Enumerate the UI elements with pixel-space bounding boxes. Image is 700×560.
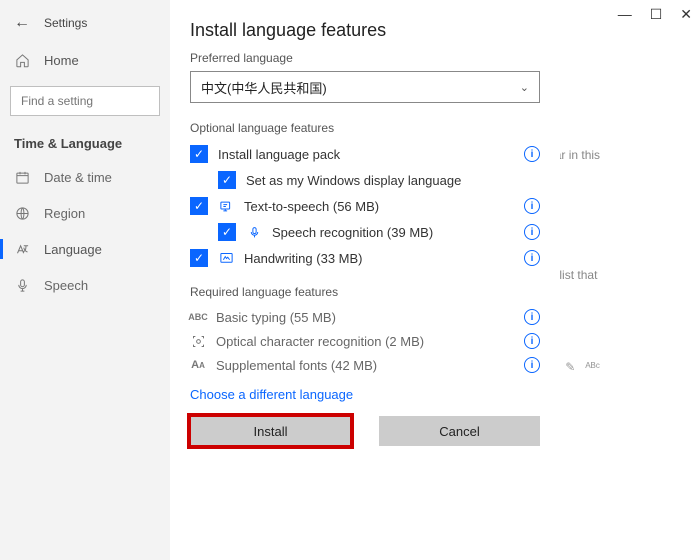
checkbox-checked-icon[interactable]: ✓ [218, 171, 236, 189]
sidebar-item-language[interactable]: Language [0, 231, 170, 267]
sidebar-item-label: Language [44, 242, 102, 257]
handwriting-icon [218, 250, 234, 266]
required-fonts: AA Supplemental fonts (42 MB) i [190, 357, 540, 373]
required-label: Optical character recognition (2 MB) [216, 334, 424, 349]
sidebar-item-datetime[interactable]: Date & time [0, 159, 170, 195]
dialog-title: Install language features [190, 20, 540, 41]
home-icon [14, 52, 30, 68]
info-icon[interactable]: i [524, 198, 540, 214]
info-icon[interactable]: i [524, 250, 540, 266]
app-title: Settings [44, 16, 87, 30]
choose-different-language-link[interactable]: Choose a different language [190, 387, 540, 402]
cancel-button[interactable]: Cancel [379, 416, 540, 446]
window-maximize[interactable]: ☐ [650, 6, 663, 23]
abc-icon: ABC [190, 309, 206, 325]
sidebar-item-label: Region [44, 206, 85, 221]
option-install-pack[interactable]: ✓ Install language pack i [190, 145, 540, 163]
search-input-wrap[interactable] [10, 86, 160, 116]
option-label: Install language pack [218, 147, 340, 162]
preferred-language-dropdown[interactable]: 中文(中华人民共和国) ⌄ [190, 71, 540, 103]
install-language-dialog: Install language features Preferred lang… [170, 0, 560, 560]
calendar-icon [14, 169, 30, 185]
sidebar-home-label: Home [44, 53, 79, 68]
preferred-language-label: Preferred language [190, 51, 540, 65]
font-icon: AA [190, 357, 206, 373]
search-input[interactable] [19, 93, 151, 109]
info-icon[interactable]: i [524, 357, 540, 373]
sidebar-section: Time & Language [0, 124, 170, 159]
window-close[interactable]: ✕ [680, 6, 692, 23]
settings-sidebar: ← Settings Home Time & Language Date & t… [0, 0, 171, 560]
info-icon[interactable]: i [524, 224, 540, 240]
checkbox-checked-icon[interactable]: ✓ [190, 197, 208, 215]
window-minimize[interactable]: — [618, 6, 632, 23]
required-ocr: Optical character recognition (2 MB) i [190, 333, 540, 349]
option-display-language[interactable]: ✓ Set as my Windows display language [218, 171, 540, 189]
abc-mini-icon: ᴬᴮᶜ [585, 360, 600, 380]
required-label: Supplemental fonts (42 MB) [216, 358, 377, 373]
dropdown-value: 中文(中华人民共和国) [201, 78, 327, 97]
checkbox-checked-icon[interactable]: ✓ [190, 145, 208, 163]
option-label: Speech recognition (39 MB) [272, 225, 433, 240]
sidebar-item-speech[interactable]: Speech [0, 267, 170, 303]
microphone-icon [14, 277, 30, 293]
tts-icon [218, 198, 234, 214]
required-features-header: Required language features [190, 285, 540, 299]
required-label: Basic typing (55 MB) [216, 310, 336, 325]
sidebar-home[interactable]: Home [0, 42, 170, 78]
checkbox-checked-icon[interactable]: ✓ [190, 249, 208, 267]
sidebar-item-label: Speech [44, 278, 88, 293]
sidebar-item-label: Date & time [44, 170, 112, 185]
required-basic-typing: ABC Basic typing (55 MB) i [190, 309, 540, 325]
ocr-icon [190, 333, 206, 349]
option-label: Set as my Windows display language [246, 173, 461, 188]
checkbox-checked-icon[interactable]: ✓ [218, 223, 236, 241]
option-speech-recognition[interactable]: ✓ Speech recognition (39 MB) i [218, 223, 540, 241]
info-icon[interactable]: i [524, 309, 540, 325]
sidebar-item-region[interactable]: Region [0, 195, 170, 231]
option-tts[interactable]: ✓ Text-to-speech (56 MB) i [190, 197, 540, 215]
microphone-icon [246, 224, 262, 240]
globe-icon [14, 205, 30, 221]
language-icon [14, 241, 30, 257]
back-button[interactable]: ← [14, 14, 30, 32]
option-handwriting[interactable]: ✓ Handwriting (33 MB) i [190, 249, 540, 267]
chevron-down-icon: ⌄ [520, 81, 529, 94]
option-label: Text-to-speech (56 MB) [244, 199, 379, 214]
optional-features-header: Optional language features [190, 121, 540, 135]
option-label: Handwriting (33 MB) [244, 251, 363, 266]
info-icon[interactable]: i [524, 146, 540, 162]
info-icon[interactable]: i [524, 333, 540, 349]
handwriting-mini-icon: ✎ [565, 360, 575, 380]
install-button[interactable]: Install [190, 416, 351, 446]
